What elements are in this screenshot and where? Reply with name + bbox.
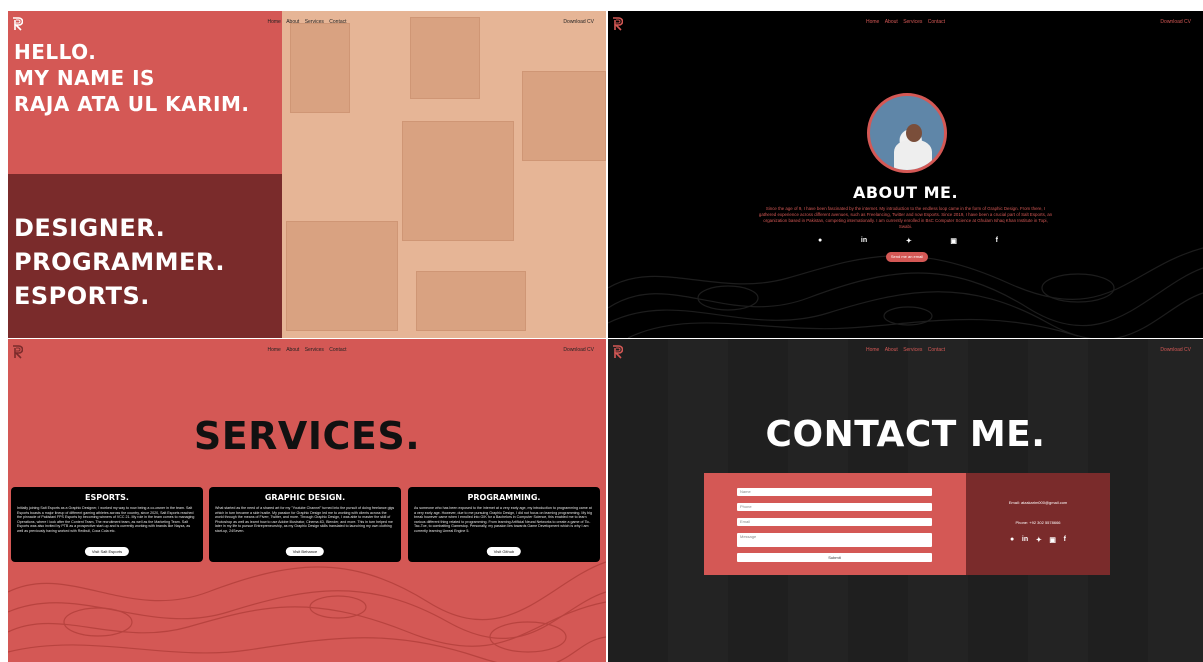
nav-links: Home About Services Contact (608, 347, 1203, 353)
linkedin-icon[interactable]: in (861, 237, 867, 245)
nav-link-services[interactable]: Services (903, 19, 922, 25)
service-card-heading: GRAPHIC DESIGN. (264, 493, 346, 502)
nav-link-contact[interactable]: Contact (928, 19, 945, 25)
visit-salt-esports-button[interactable]: Visit Salt Esports (84, 547, 130, 556)
about-section: Home About Services Contact Download CV … (608, 11, 1203, 338)
nav-link-about[interactable]: About (885, 347, 898, 353)
services-section: Home About Services Contact Download CV … (8, 339, 606, 662)
social-links: ● in ✦ ▣ f (818, 237, 998, 245)
hero-roles: DESIGNER. PROGRAMMER. ESPORTS. (14, 211, 225, 313)
poster-image (290, 23, 350, 113)
service-card-body: What started as the need of a shared art… (215, 506, 395, 533)
github-icon[interactable]: ● (1010, 536, 1014, 544)
role-line: ESPORTS. (14, 282, 150, 310)
nav-link-about[interactable]: About (286, 19, 299, 25)
greeting-line: RAJA ATA UL KARIM. (14, 92, 250, 116)
nav-link-contact[interactable]: Contact (329, 19, 346, 25)
visit-behance-button[interactable]: Visit Behance (285, 547, 325, 556)
nav-link-home[interactable]: Home (267, 19, 280, 25)
avatar-figure (894, 140, 932, 170)
linkedin-icon[interactable]: in (1022, 536, 1028, 544)
contour-background (8, 561, 606, 662)
service-card-programming: PROGRAMMING. As someone who has been exp… (408, 487, 600, 562)
message-field[interactable]: Message (737, 533, 932, 547)
github-icon[interactable]: ● (818, 237, 822, 245)
poster-image (522, 71, 606, 161)
contact-section: Home About Services Contact Download CV … (608, 339, 1203, 662)
nav-link-home[interactable]: Home (866, 347, 879, 353)
contact-title: CONTACT ME. (765, 414, 1046, 455)
top-nav: Home About Services Contact Download CV (8, 19, 606, 31)
twitter-icon[interactable]: ✦ (906, 237, 912, 245)
name-field[interactable]: Name (737, 488, 932, 496)
contact-info: Email: atzakarim000@gmail.com Phone: +92… (966, 473, 1110, 575)
greeting-line: MY NAME IS (14, 66, 155, 90)
service-card-esports: ESPORTS. Initially joining Salt Esports … (11, 487, 203, 562)
poster-image (286, 221, 398, 331)
service-card-graphic-design: GRAPHIC DESIGN. What started as the need… (209, 487, 401, 562)
download-cv-link[interactable]: Download CV (563, 347, 594, 353)
nav-link-services[interactable]: Services (305, 347, 324, 353)
nav-link-services[interactable]: Services (903, 347, 922, 353)
services-title: SERVICES. (193, 414, 421, 458)
contact-phone: Phone: +92 302 5578666 (1015, 520, 1061, 525)
nav-links: Home About Services Contact (8, 19, 606, 25)
role-line: DESIGNER. (14, 214, 166, 242)
nav-links: Home About Services Contact (608, 19, 1203, 25)
nav-link-home[interactable]: Home (267, 347, 280, 353)
panel-divider (606, 11, 608, 662)
contact-form: Name Phone Email Message Submit (704, 473, 966, 575)
greeting-line: HELLO. (14, 40, 97, 64)
nav-link-home[interactable]: Home (866, 19, 879, 25)
hero-greeting: HELLO. MY NAME IS RAJA ATA UL KARIM. (14, 39, 249, 117)
email-field[interactable]: Email (737, 518, 932, 526)
instagram-icon[interactable]: ▣ (950, 237, 957, 245)
nav-link-about[interactable]: About (286, 347, 299, 353)
instagram-icon[interactable]: ▣ (1049, 536, 1056, 544)
nav-link-contact[interactable]: Contact (329, 347, 346, 353)
download-cv-link[interactable]: Download CV (1160, 347, 1191, 353)
service-card-body: Initially joining Salt Esports as a Grap… (17, 506, 195, 533)
send-email-button[interactable]: Send me an email (886, 252, 928, 262)
profile-avatar (867, 93, 947, 173)
avatar-head (906, 124, 922, 142)
top-nav: Home About Services Contact Download CV (608, 347, 1203, 359)
nav-links: Home About Services Contact (8, 347, 606, 353)
about-description: Since the age of 9, I have been fascinat… (758, 206, 1053, 229)
facebook-icon[interactable]: f (1064, 536, 1066, 544)
facebook-icon[interactable]: f (996, 237, 998, 245)
submit-button[interactable]: Submit (737, 553, 932, 562)
poster-collage (282, 11, 606, 338)
nav-link-contact[interactable]: Contact (928, 347, 945, 353)
service-card-body: As someone who has been exposed to the i… (414, 506, 592, 533)
twitter-icon[interactable]: ✦ (1036, 536, 1042, 544)
role-line: PROGRAMMER. (14, 248, 225, 276)
poster-image (416, 271, 526, 331)
social-links: ● in ✦ ▣ f (1010, 536, 1066, 544)
top-nav: Home About Services Contact Download CV (608, 19, 1203, 31)
download-cv-link[interactable]: Download CV (563, 19, 594, 25)
service-card-heading: PROGRAMMING. (467, 493, 541, 502)
top-nav: Home About Services Contact Download CV (8, 347, 606, 359)
poster-image (402, 121, 514, 241)
about-title: ABOUT ME. (852, 183, 959, 202)
contact-email: Email: atzakarim000@gmail.com (1008, 500, 1068, 505)
nav-link-about[interactable]: About (885, 19, 898, 25)
phone-field[interactable]: Phone (737, 503, 932, 511)
service-card-heading: ESPORTS. (85, 493, 129, 502)
visit-github-button[interactable]: Visit Github (486, 547, 522, 556)
hero-section: Home About Services Contact Download CV … (8, 11, 606, 338)
download-cv-link[interactable]: Download CV (1160, 19, 1191, 25)
nav-link-services[interactable]: Services (305, 19, 324, 25)
